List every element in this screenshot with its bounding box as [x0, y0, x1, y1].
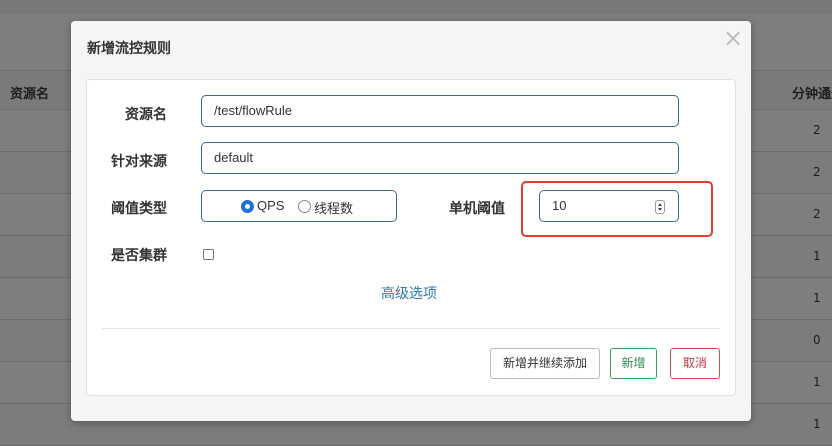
column-header-resource: 资源名: [10, 87, 50, 102]
form-panel: 资源名 /test/flowRule 针对来源 default 阈值类型 QPS…: [86, 79, 736, 396]
cluster-mode-label: 是否集群: [111, 248, 167, 264]
limit-app-label: 针对来源: [111, 154, 167, 170]
single-threshold-label: 单机阈值: [449, 201, 505, 217]
background-top-band: [0, 0, 832, 14]
table-cell: 1: [813, 249, 821, 263]
table-cell: 2: [813, 123, 821, 137]
cluster-mode-checkbox[interactable]: [203, 249, 214, 260]
add-and-continue-button[interactable]: 新增并继续添加: [490, 348, 600, 379]
table-cell: 1: [813, 291, 821, 305]
divider: [102, 328, 720, 329]
cancel-button[interactable]: 取消: [670, 348, 720, 379]
table-cell: 1: [813, 375, 821, 389]
close-icon[interactable]: ×: [721, 26, 745, 50]
highlight-frame: [521, 181, 713, 237]
table-cell: 0: [813, 333, 821, 347]
add-button[interactable]: 新增: [610, 348, 657, 379]
table-cell: 2: [813, 207, 821, 221]
dialog-title: 新增流控规则: [87, 41, 171, 57]
limit-app-input[interactable]: default: [201, 142, 679, 174]
resource-name-label: 资源名: [125, 107, 167, 123]
threshold-type-label: 阈值类型: [111, 201, 167, 217]
qps-radio-label[interactable]: QPS: [257, 198, 284, 213]
advanced-options-link[interactable]: 高级选项: [381, 283, 437, 303]
table-cell: 1: [813, 417, 821, 431]
threshold-type-radio-group: QPS 线程数: [201, 190, 397, 222]
thread-count-radio[interactable]: [298, 200, 311, 213]
add-flow-rule-dialog: 新增流控规则 × 资源名 /test/flowRule 针对来源 default…: [71, 21, 751, 421]
resource-name-input[interactable]: /test/flowRule: [201, 95, 679, 127]
thread-count-radio-label[interactable]: 线程数: [314, 198, 353, 217]
column-header-pass-per-minute: 分钟通过: [792, 87, 832, 102]
qps-radio[interactable]: [241, 200, 254, 213]
table-cell: 2: [813, 165, 821, 179]
